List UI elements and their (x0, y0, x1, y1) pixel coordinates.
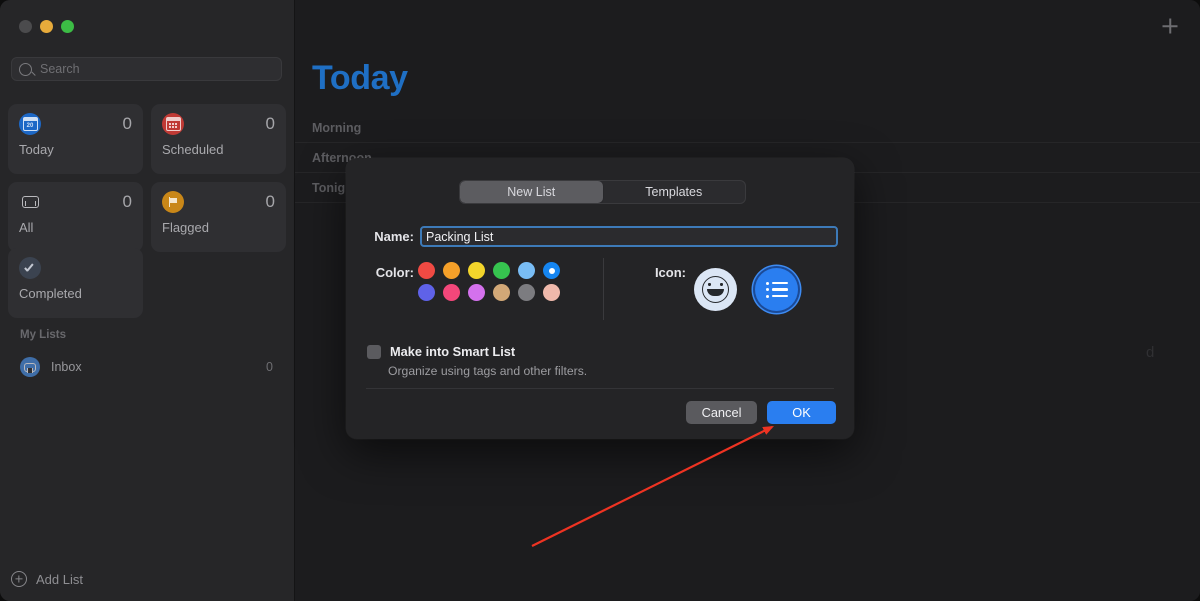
ok-button[interactable]: OK (767, 401, 836, 424)
card-top (19, 257, 132, 279)
dialog-tab-bar: New List Templates (459, 180, 746, 204)
flagged-label: Flagged (162, 220, 209, 235)
name-label: Name: (374, 229, 414, 244)
close-window-button[interactable] (19, 20, 32, 33)
all-label: All (19, 220, 34, 235)
card-top: 0 (162, 113, 275, 135)
tab-new-list[interactable]: New List (460, 181, 603, 203)
today-count: 0 (122, 114, 132, 133)
dialog-buttons: Cancel OK (686, 401, 836, 424)
smart-list-title: Make into Smart List (390, 344, 516, 359)
dialog-vertical-divider (603, 258, 604, 320)
smart-lists-grid: 20 0 Today 0 Scheduled 0 All 0 Flagged (8, 104, 286, 252)
name-row: Name: (366, 226, 838, 247)
tab-templates[interactable]: Templates (603, 181, 746, 203)
card-top: 0 (19, 191, 132, 213)
scheduled-count: 0 (265, 114, 275, 133)
list-name-input[interactable] (420, 226, 838, 247)
flagged-count: 0 (265, 192, 275, 211)
color-swatch-red[interactable] (418, 262, 435, 279)
sidebar-item-inbox[interactable]: Inbox 0 (11, 354, 282, 380)
completed-label: Completed (19, 286, 82, 301)
plus-icon[interactable] (1160, 16, 1180, 36)
emoji-icon[interactable] (694, 268, 737, 311)
section-header-morning: Morning (295, 113, 1200, 143)
color-swatch-light-blue[interactable] (518, 262, 535, 279)
card-top: 0 (162, 191, 275, 213)
list-bullets-icon[interactable] (755, 268, 798, 311)
add-list-label: Add List (36, 571, 83, 587)
occluded-text: d (1146, 344, 1155, 361)
sidebar-item-scheduled[interactable]: 0 Scheduled (151, 104, 286, 174)
color-swatch-purple[interactable] (468, 284, 485, 301)
traffic-lights (19, 20, 74, 33)
search-input-placeholder: Search (40, 62, 80, 76)
smart-list-checkbox[interactable] (367, 345, 381, 359)
icon-choices (694, 268, 798, 311)
my-lists-header: My Lists (20, 329, 67, 341)
tray-icon (19, 191, 41, 213)
sidebar-item-today[interactable]: 20 0 Today (8, 104, 143, 174)
icon-label: Icon: (654, 265, 686, 280)
color-swatch-tan[interactable] (493, 284, 510, 301)
plus-circle-icon (11, 571, 27, 587)
color-swatch-grid (418, 262, 570, 301)
maximize-window-button[interactable] (61, 20, 74, 33)
sidebar-item-flagged[interactable]: 0 Flagged (151, 182, 286, 252)
tab-new-list-label: New List (507, 185, 556, 199)
flag-icon (162, 191, 184, 213)
checkmark-icon (19, 257, 41, 279)
search-field[interactable]: Search (11, 57, 282, 81)
minimize-window-button[interactable] (40, 20, 53, 33)
today-day-number: 20 (26, 123, 34, 129)
card-top: 20 0 (19, 113, 132, 135)
scheduled-label: Scheduled (162, 142, 224, 157)
inbox-count: 0 (266, 360, 273, 374)
sidebar-item-all[interactable]: 0 All (8, 182, 143, 252)
color-swatch-pink[interactable] (443, 284, 460, 301)
sidebar-item-completed[interactable]: Completed (8, 248, 143, 318)
search-icon (19, 62, 32, 76)
smart-list-toggle-row[interactable]: Make into Smart List (367, 344, 515, 359)
calendar-scheduled-icon (162, 113, 184, 135)
add-list-button[interactable]: Add List (0, 563, 160, 595)
calendar-today-icon: 20 (19, 113, 41, 135)
color-swatch-orange[interactable] (443, 262, 460, 279)
color-swatch-indigo[interactable] (418, 284, 435, 301)
inbox-icon (20, 357, 40, 377)
sidebar: Search 20 0 Today 0 Scheduled 0 All 0 Fl… (0, 0, 295, 601)
all-count: 0 (122, 192, 132, 211)
section-label: Morning (312, 120, 362, 135)
color-swatch-blue[interactable] (543, 262, 560, 279)
reminders-window: Search 20 0 Today 0 Scheduled 0 All 0 Fl… (0, 0, 1200, 601)
smart-list-subtitle: Organize using tags and other filters. (388, 364, 588, 378)
color-swatch-yellow[interactable] (468, 262, 485, 279)
color-label: Color: (375, 265, 414, 280)
dialog-horizontal-divider (366, 388, 834, 389)
cancel-button[interactable]: Cancel (686, 401, 757, 424)
color-swatch-gray[interactable] (518, 284, 535, 301)
today-label: Today (19, 142, 54, 157)
color-swatch-green[interactable] (493, 262, 510, 279)
tab-templates-label: Templates (645, 185, 703, 199)
inbox-label: Inbox (51, 360, 82, 374)
color-swatch-peach[interactable] (543, 284, 560, 301)
page-title: Today (312, 59, 408, 97)
